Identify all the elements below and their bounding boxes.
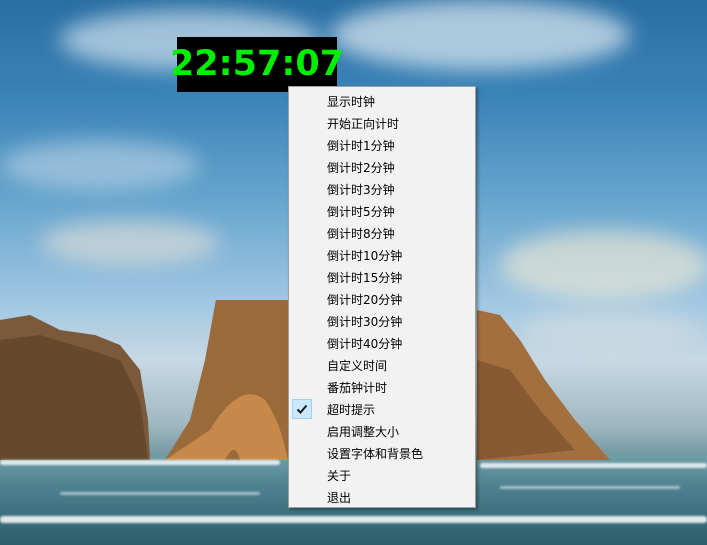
menu-item-label: 超时提示: [327, 402, 376, 417]
wave: [0, 460, 280, 465]
cloud: [500, 230, 707, 300]
menu-item-label: 开始正向计时: [327, 116, 400, 131]
context-menu: 显示时钟 开始正向计时 倒计时1分钟 倒计时2分钟 倒计时3分钟 倒计时5分钟 …: [288, 86, 476, 508]
menu-item-label: 倒计时20分钟: [327, 292, 403, 307]
menu-item-label: 倒计时15分钟: [327, 270, 403, 285]
menu-item-label: 倒计时40分钟: [327, 336, 403, 351]
menu-item-countdown-40min[interactable]: 倒计时40分钟: [289, 332, 475, 354]
menu-item-label: 倒计时2分钟: [327, 160, 395, 175]
menu-item-label: 番茄钟计时: [327, 380, 388, 395]
cloud: [0, 140, 200, 190]
menu-item-countdown-30min[interactable]: 倒计时30分钟: [289, 310, 475, 332]
menu-item-label: 设置字体和背景色: [327, 446, 424, 461]
wave: [500, 486, 680, 489]
menu-item-label: 关于: [327, 468, 352, 483]
menu-item-custom-time[interactable]: 自定义时间: [289, 354, 475, 376]
cloud: [40, 220, 220, 265]
menu-item-show-clock[interactable]: 显示时钟: [289, 90, 475, 112]
wave: [0, 516, 707, 523]
menu-item-timeout-alert[interactable]: 超时提示: [289, 398, 475, 420]
menu-item-label: 自定义时间: [327, 358, 388, 373]
menu-item-label: 退出: [327, 490, 352, 505]
menu-item-countdown-10min[interactable]: 倒计时10分钟: [289, 244, 475, 266]
menu-item-label: 倒计时30分钟: [327, 314, 403, 329]
menu-item-countdown-5min[interactable]: 倒计时5分钟: [289, 200, 475, 222]
menu-item-font-and-background[interactable]: 设置字体和背景色: [289, 442, 475, 464]
menu-item-label: 显示时钟: [327, 94, 376, 109]
wave: [480, 463, 707, 468]
menu-item-countdown-3min[interactable]: 倒计时3分钟: [289, 178, 475, 200]
menu-item-label: 倒计时10分钟: [327, 248, 403, 263]
cloud: [330, 0, 630, 70]
menu-item-label: 倒计时8分钟: [327, 226, 395, 241]
menu-item-countdown-15min[interactable]: 倒计时15分钟: [289, 266, 475, 288]
menu-item-countdown-1min[interactable]: 倒计时1分钟: [289, 134, 475, 156]
menu-item-countdown-2min[interactable]: 倒计时2分钟: [289, 156, 475, 178]
menu-item-enable-resize[interactable]: 启用调整大小: [289, 420, 475, 442]
clock-widget[interactable]: 22:57:07: [170, 37, 344, 92]
menu-item-countdown-8min[interactable]: 倒计时8分钟: [289, 222, 475, 244]
menu-item-exit[interactable]: 退出: [289, 486, 475, 508]
menu-item-start-count-up[interactable]: 开始正向计时: [289, 112, 475, 134]
wave: [60, 492, 260, 495]
menu-item-label: 启用调整大小: [327, 424, 400, 439]
menu-item-label: 倒计时5分钟: [327, 204, 395, 219]
clock-time: 22:57:07: [169, 44, 345, 84]
menu-item-pomodoro[interactable]: 番茄钟计时: [289, 376, 475, 398]
menu-item-label: 倒计时3分钟: [327, 182, 395, 197]
menu-item-countdown-20min[interactable]: 倒计时20分钟: [289, 288, 475, 310]
menu-item-about[interactable]: 关于: [289, 464, 475, 486]
menu-item-label: 倒计时1分钟: [327, 138, 395, 153]
checkmark-icon: [292, 399, 312, 419]
